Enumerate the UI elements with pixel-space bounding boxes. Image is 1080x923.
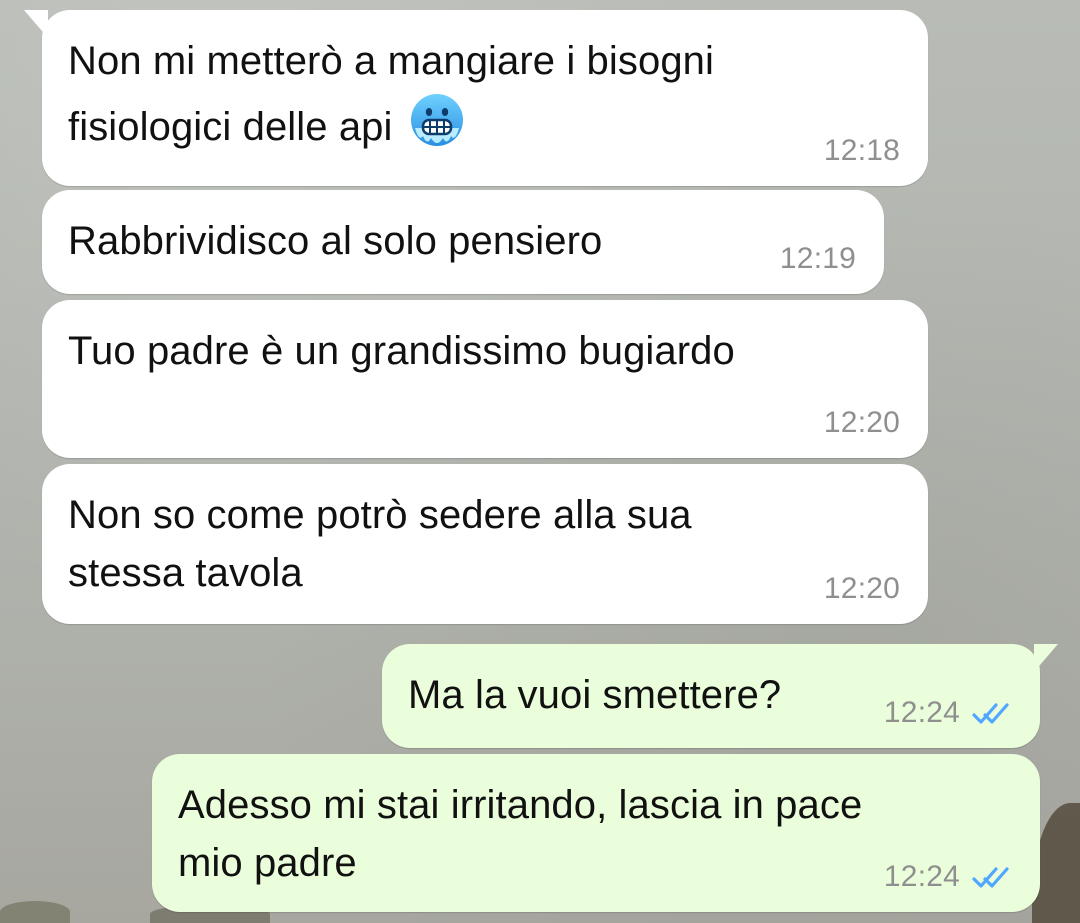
read-ticks-icon — [972, 867, 1009, 888]
message-text: Non so come potrò sedere alla sua stessa… — [68, 493, 692, 595]
message-text-content: Non mi metterò a mangiare i bisogni fisi… — [68, 39, 715, 149]
bubble-tail-icon — [1034, 644, 1058, 672]
message-text: Tuo padre è un grandissimo bugiardo — [68, 329, 735, 373]
message-bubble-3[interactable]: Tuo padre è un grandissimo bugiardo 12:2… — [42, 300, 928, 458]
message-timestamp: 12:19 — [779, 242, 856, 275]
message-timestamp: 12:24 — [883, 860, 960, 893]
bubble-tail-icon — [24, 10, 48, 38]
message-text: Adesso mi stai irritando, lascia in pace… — [178, 783, 863, 885]
message-bubble-1[interactable]: Non mi metterò a mangiare i bisogni fisi… — [24, 10, 928, 186]
message-bubble-4[interactable]: Non so come potrò sedere alla sua stessa… — [42, 464, 928, 624]
message-bubble-5[interactable]: Ma la vuoi smettere? 12:24 — [382, 644, 1058, 748]
read-ticks-icon — [972, 703, 1009, 724]
message-text: Non mi metterò a mangiare i bisogni fisi… — [68, 32, 714, 156]
message-timestamp: 12:18 — [823, 134, 900, 167]
message-text: Rabbrividisco al solo pensiero — [68, 219, 603, 263]
message-timestamp: 12:20 — [823, 406, 900, 439]
message-bubble-6[interactable]: Adesso mi stai irritando, lascia in pace… — [152, 754, 1040, 912]
message-timestamp: 12:24 — [883, 696, 960, 729]
message-bubble-2[interactable]: Rabbrividisco al solo pensiero 12:19 — [42, 190, 884, 294]
message-meta: 12:24 — [884, 696, 1012, 730]
message-timestamp: 12:20 — [823, 572, 900, 605]
background-tree-left — [0, 901, 70, 923]
message-text: Ma la vuoi smettere? — [408, 673, 782, 717]
cold-face-icon — [410, 94, 463, 146]
message-meta: 12:24 — [884, 860, 1012, 894]
